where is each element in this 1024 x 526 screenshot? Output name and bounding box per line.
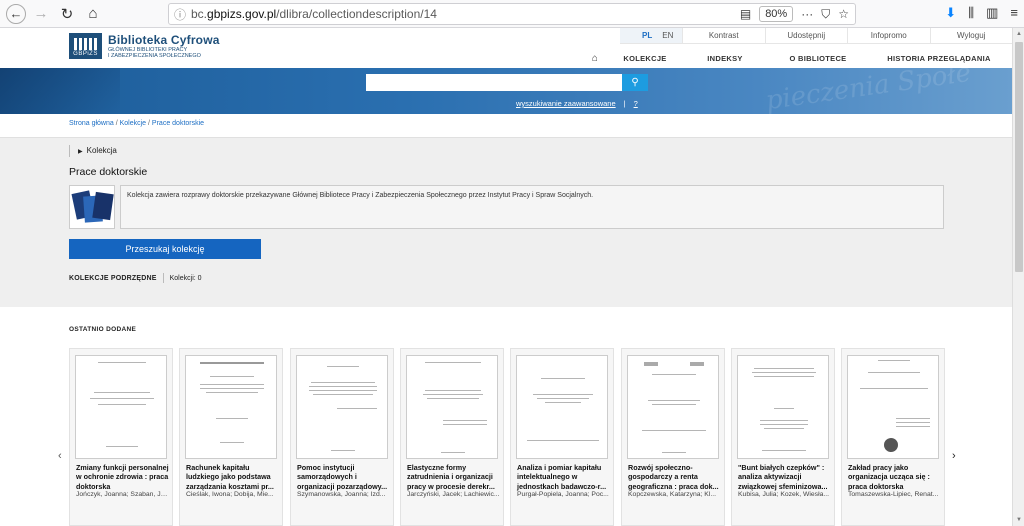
item-title[interactable]: Analiza i pomiar kapitału intelektualneg… [517, 463, 611, 491]
lang-en[interactable]: EN [662, 31, 673, 40]
top-utility-bar: PL EN Kontrast Udostępnij Infopromo Wylo… [620, 28, 1012, 44]
collection-panel: ▶ Kolekcja Prace doktorskie Kolekcja zawi… [0, 137, 1012, 307]
item-authors: Tomaszewska-Lipiec, Renat... [848, 491, 939, 498]
back-icon[interactable]: ← [6, 3, 26, 24]
contrast-link[interactable]: Kontrast [682, 28, 765, 43]
search-links: wyszukiwanie zaawansowane | ? [516, 99, 638, 108]
item-authors: Szymanowska, Joanna; Izd... [297, 491, 386, 498]
pocket-icon[interactable]: ⛉ [821, 7, 830, 22]
item-authors: Jarczyński, Jacek; Lachiewic... [407, 491, 500, 498]
item-title[interactable]: "Bunt białych czepków" : analiza aktywiz… [738, 463, 832, 491]
document-thumbnail [516, 355, 608, 459]
collection-toggle[interactable]: ▶ Kolekcja [78, 146, 117, 155]
item-authors: Cieślak, Iwona; Dobija, Mie... [186, 491, 274, 498]
item-title[interactable]: Rachunek kapitału ludzkiego jako podstaw… [186, 463, 280, 491]
nav-indexes[interactable]: INDEKSY [680, 54, 770, 63]
carousel-next-icon[interactable]: › [952, 450, 956, 462]
recent-heading: OSTATNIO DODANE [69, 326, 137, 333]
reload-icon[interactable]: ↻ [56, 3, 78, 25]
logo-subtitle-2: I ZABEZPIECZENIA SPOŁECZNEGO [108, 53, 201, 59]
breadcrumb-home[interactable]: Strona główna [69, 120, 114, 127]
document-thumbnail [737, 355, 829, 459]
lang-pl[interactable]: PL [642, 31, 652, 40]
language-switcher: PL EN [620, 28, 682, 43]
logo-mark: GBPiZS [69, 33, 102, 59]
infopromo-link[interactable]: Infopromo [847, 28, 930, 43]
nav-collections[interactable]: KOLEKCJE [610, 54, 680, 63]
document-thumbnail [847, 355, 939, 459]
downloads-icon[interactable]: ⬇ [945, 5, 956, 21]
subcollections-label: KOLEKCJE PODRZĘDNE [69, 274, 157, 282]
browser-toolbar: ← → ↻ ⌂ ⓘ bc.gbpizs.gov.pl/dlibra/collec… [0, 0, 1024, 28]
zoom-level[interactable]: 80% [759, 6, 794, 22]
breadcrumb: Strona główna / Kolekcje / Prace doktors… [69, 120, 205, 127]
search-icon: ⚲ [631, 77, 639, 88]
item-authors: Jończyk, Joanna; Szaban, Jol... [76, 491, 170, 498]
item-authors: Kopczewska, Katarzyna; Kl... [628, 491, 717, 498]
url-text: bc.gbpizs.gov.pl/dlibra/collectiondescri… [191, 7, 437, 21]
item-authors: Kubisa, Julia; Kozek, Wiesła... [738, 491, 830, 498]
recent-item[interactable]: Elastyczne formy zatrudnienia i organiza… [400, 348, 504, 526]
search-button[interactable]: ⚲ [622, 74, 648, 91]
bookmark-star-icon[interactable]: ☆ [838, 7, 849, 21]
search-collection-button[interactable]: Przeszukaj kolekcję [69, 239, 261, 259]
site-header: GBPiZS Biblioteka Cyfrowa GŁÓWNEJ BIBLIO… [0, 28, 1012, 68]
breadcrumb-collections[interactable]: Kolekcje [120, 120, 146, 127]
sidebar-icon[interactable]: ▥ [986, 5, 998, 21]
nav-home-icon[interactable]: ⌂ [580, 53, 610, 64]
item-title[interactable]: Zakład pracy jako organizacja ucząca się… [848, 463, 942, 491]
site-logo[interactable]: GBPiZS Biblioteka Cyfrowa GŁÓWNEJ BIBLIO… [69, 33, 220, 59]
page-info-icon[interactable]: ⓘ [169, 6, 191, 23]
address-bar[interactable]: ⓘ bc.gbpizs.gov.pl/dlibra/collectiondesc… [168, 3, 856, 25]
collection-title: Prace doktorskie [69, 166, 148, 178]
recent-item[interactable]: Rozwój społeczno-gospodarczy a renta geo… [621, 348, 725, 526]
item-title[interactable]: Pomoc instytucji samorządowych i organiz… [297, 463, 391, 491]
recent-carousel: Zmiany funkcji personalnej w ochronie zd… [69, 348, 945, 526]
recent-item[interactable]: Analiza i pomiar kapitału intelektualneg… [510, 348, 614, 526]
recent-item[interactable]: "Bunt białych czepków" : analiza aktywiz… [731, 348, 835, 526]
collection-description: Kolekcja zawiera rozprawy doktorskie prz… [120, 185, 944, 229]
home-icon[interactable]: ⌂ [82, 3, 104, 25]
main-navigation: ⌂ KOLEKCJE INDEKSY O BIBLIOTECE HISTORIA… [580, 51, 1012, 65]
subcollections-info: KOLEKCJE PODRZĘDNE Kolekcji: 0 [69, 273, 202, 283]
page-actions-icon[interactable]: ··· [801, 7, 813, 21]
breadcrumb-current[interactable]: Prace doktorskie [152, 120, 204, 127]
library-icon[interactable]: ⫼ [968, 5, 974, 21]
scrollbar-thumb[interactable] [1015, 42, 1023, 272]
search-input[interactable] [366, 74, 622, 91]
triangle-right-icon: ▶ [78, 149, 83, 155]
nav-about[interactable]: O BIBLIOTECE [770, 54, 866, 63]
item-authors: Purgał-Popiela, Joanna; Poc... [517, 491, 609, 498]
search-banner: pieczenia Społe ⚲ wyszukiwanie zaawansow… [0, 68, 1012, 114]
search-help-link[interactable]: ? [634, 99, 638, 108]
recent-item[interactable]: Zmiany funkcji personalnej w ochronie zd… [69, 348, 173, 526]
carousel-prev-icon[interactable]: ‹ [58, 450, 62, 462]
share-link[interactable]: Udostępnij [764, 28, 848, 43]
document-thumbnail [406, 355, 498, 459]
recent-item[interactable]: Zakład pracy jako organizacja ucząca się… [841, 348, 945, 526]
document-thumbnail [185, 355, 277, 459]
recent-item[interactable]: Rachunek kapitału ludzkiego jako podstaw… [179, 348, 283, 526]
forward-icon[interactable]: → [30, 3, 52, 25]
advanced-search-link[interactable]: wyszukiwanie zaawansowane [516, 99, 616, 108]
collection-thumbnail [69, 185, 115, 229]
document-thumbnail [627, 355, 719, 459]
scroll-down-icon[interactable]: ▼ [1013, 514, 1024, 526]
scroll-up-icon[interactable]: ▲ [1013, 28, 1024, 40]
document-thumbnail [296, 355, 388, 459]
nav-history[interactable]: HISTORIA PRZEGLĄDANIA [866, 54, 1012, 63]
search-links-separator: | [623, 99, 626, 108]
reader-view-icon[interactable]: ▤ [740, 7, 751, 21]
item-title[interactable]: Zmiany funkcji personalnej w ochronie zd… [76, 463, 170, 491]
logo-title: Biblioteka Cyfrowa [108, 33, 220, 47]
item-title[interactable]: Rozwój społeczno-gospodarczy a renta geo… [628, 463, 722, 491]
search-form: ⚲ [366, 74, 648, 91]
document-thumbnail [75, 355, 167, 459]
logout-link[interactable]: Wyloguj [929, 28, 1013, 43]
menu-icon[interactable]: ≡ [1010, 5, 1018, 21]
recent-item[interactable]: Pomoc instytucji samorządowych i organiz… [290, 348, 394, 526]
subcollections-count: Kolekcji: 0 [169, 274, 202, 282]
page-scrollbar[interactable]: ▲ ▼ [1012, 28, 1024, 526]
item-title[interactable]: Elastyczne formy zatrudnienia i organiza… [407, 463, 501, 491]
